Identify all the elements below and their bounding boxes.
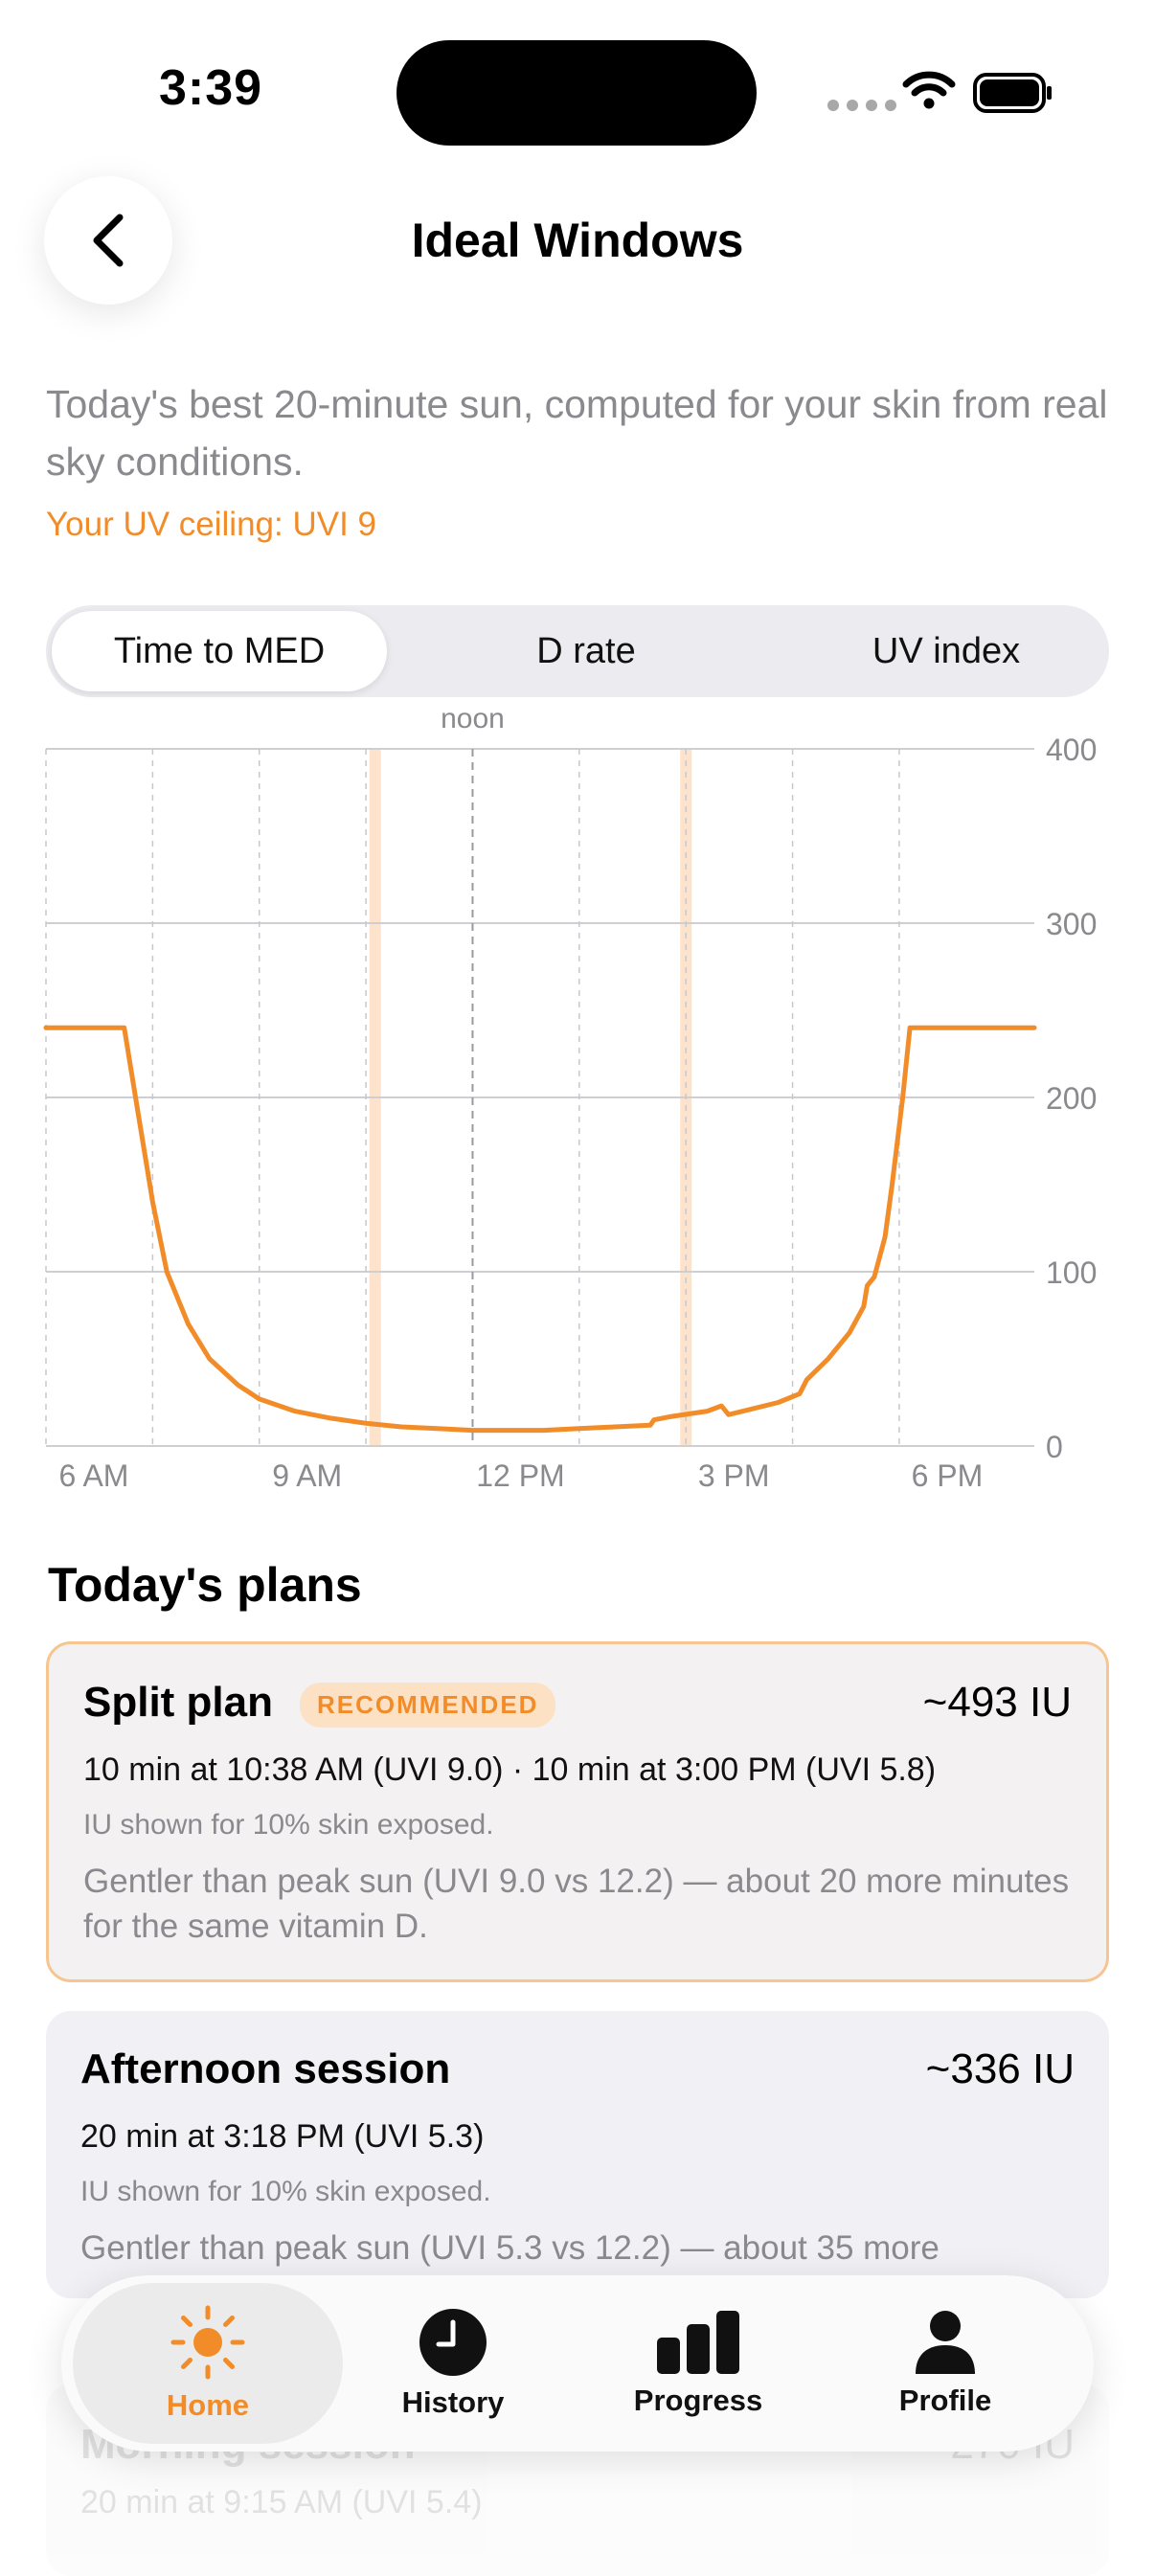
- uv-ceiling-label: Your UV ceiling: UVI 9: [46, 506, 376, 543]
- person-icon: [916, 2311, 975, 2374]
- page-title: Ideal Windows: [411, 214, 744, 267]
- wifi-icon: [902, 71, 956, 109]
- x-tick-label: 6 PM: [912, 1458, 984, 1493]
- plan-description: Gentler than peak sun (UVI 9.0 vs 12.2) …: [83, 1863, 1070, 1945]
- tab-home[interactable]: Home: [73, 2283, 343, 2444]
- plan-card-afternoon[interactable]: Afternoon session ~336 IU 20 min at 3:18…: [46, 2011, 1109, 2298]
- dynamic-island: [396, 40, 757, 146]
- intro-text: Today's best 20-minute sun, computed for…: [46, 382, 1108, 484]
- plan-detail: 20 min at 9:15 AM (UVI 5.4): [80, 2484, 483, 2520]
- y-tick-label: 100: [1046, 1255, 1097, 1290]
- y-tick-label: 300: [1046, 907, 1097, 941]
- plan-detail: 10 min at 10:38 AM (UVI 9.0) · 10 min at…: [83, 1751, 937, 1788]
- plan-iu: ~336 IU: [925, 2045, 1075, 2092]
- tab-label: Home: [166, 2388, 250, 2422]
- tab-label: History: [401, 2385, 505, 2419]
- tab-history[interactable]: History: [318, 2283, 588, 2444]
- tab-bar: Home History Progress Profile: [61, 2275, 1094, 2452]
- tab-label: Profile: [898, 2384, 992, 2417]
- plan-iu: ~493 IU: [922, 1679, 1072, 1726]
- sun-icon: [170, 2305, 245, 2380]
- plan-note: IU shown for 10% skin exposed.: [80, 2176, 491, 2207]
- tab-label: Progress: [633, 2384, 763, 2417]
- y-tick-label: 0: [1046, 1430, 1063, 1464]
- metric-segmented-control: Time to MED D rate UV index: [46, 605, 1109, 697]
- recommended-badge: RECOMMENDED: [300, 1683, 556, 1728]
- plan-title: Afternoon session: [80, 2045, 451, 2092]
- x-tick-label: 12 PM: [476, 1458, 564, 1493]
- plan-description: Gentler than peak sun (UVI 5.3 vs 12.2) …: [80, 2229, 940, 2267]
- x-tick-label: 6 AM: [59, 1458, 129, 1493]
- time-to-med-chart: 0 100 200 300 400 noon 6 AM 9 AM 12 PM 3 PM 6 PM: [43, 703, 1097, 1493]
- segment-time-to-med[interactable]: Time to MED: [52, 611, 387, 691]
- x-tick-label: 3 PM: [698, 1458, 770, 1493]
- clock-icon: [419, 2309, 487, 2376]
- plan-detail: 20 min at 3:18 PM (UVI 5.3): [80, 2118, 485, 2155]
- battery-icon: [973, 73, 1052, 113]
- y-tick-label: 400: [1046, 733, 1097, 767]
- tab-progress[interactable]: Progress: [563, 2283, 833, 2444]
- x-tick-label: 9 AM: [272, 1458, 342, 1493]
- plan-note: IU shown for 10% skin exposed.: [83, 1809, 494, 1841]
- noon-label: noon: [441, 703, 505, 734]
- cellular-signal-icon: [827, 100, 896, 111]
- plan-title: Split plan: [83, 1679, 273, 1726]
- segment-d-rate[interactable]: D rate: [433, 611, 739, 691]
- y-tick-label: 200: [1046, 1081, 1097, 1116]
- bar-chart-icon: [657, 2311, 739, 2374]
- status-time: 3:39: [159, 60, 263, 116]
- plan-card-split[interactable]: Split plan RECOMMENDED ~493 IU 10 min at…: [46, 1641, 1109, 1982]
- plans-heading: Today's plans: [48, 1558, 362, 1612]
- tab-profile[interactable]: Profile: [810, 2283, 1080, 2444]
- time-to-med-series-line: [43, 1025, 1037, 1434]
- segment-uv-index[interactable]: UV index: [803, 611, 1090, 691]
